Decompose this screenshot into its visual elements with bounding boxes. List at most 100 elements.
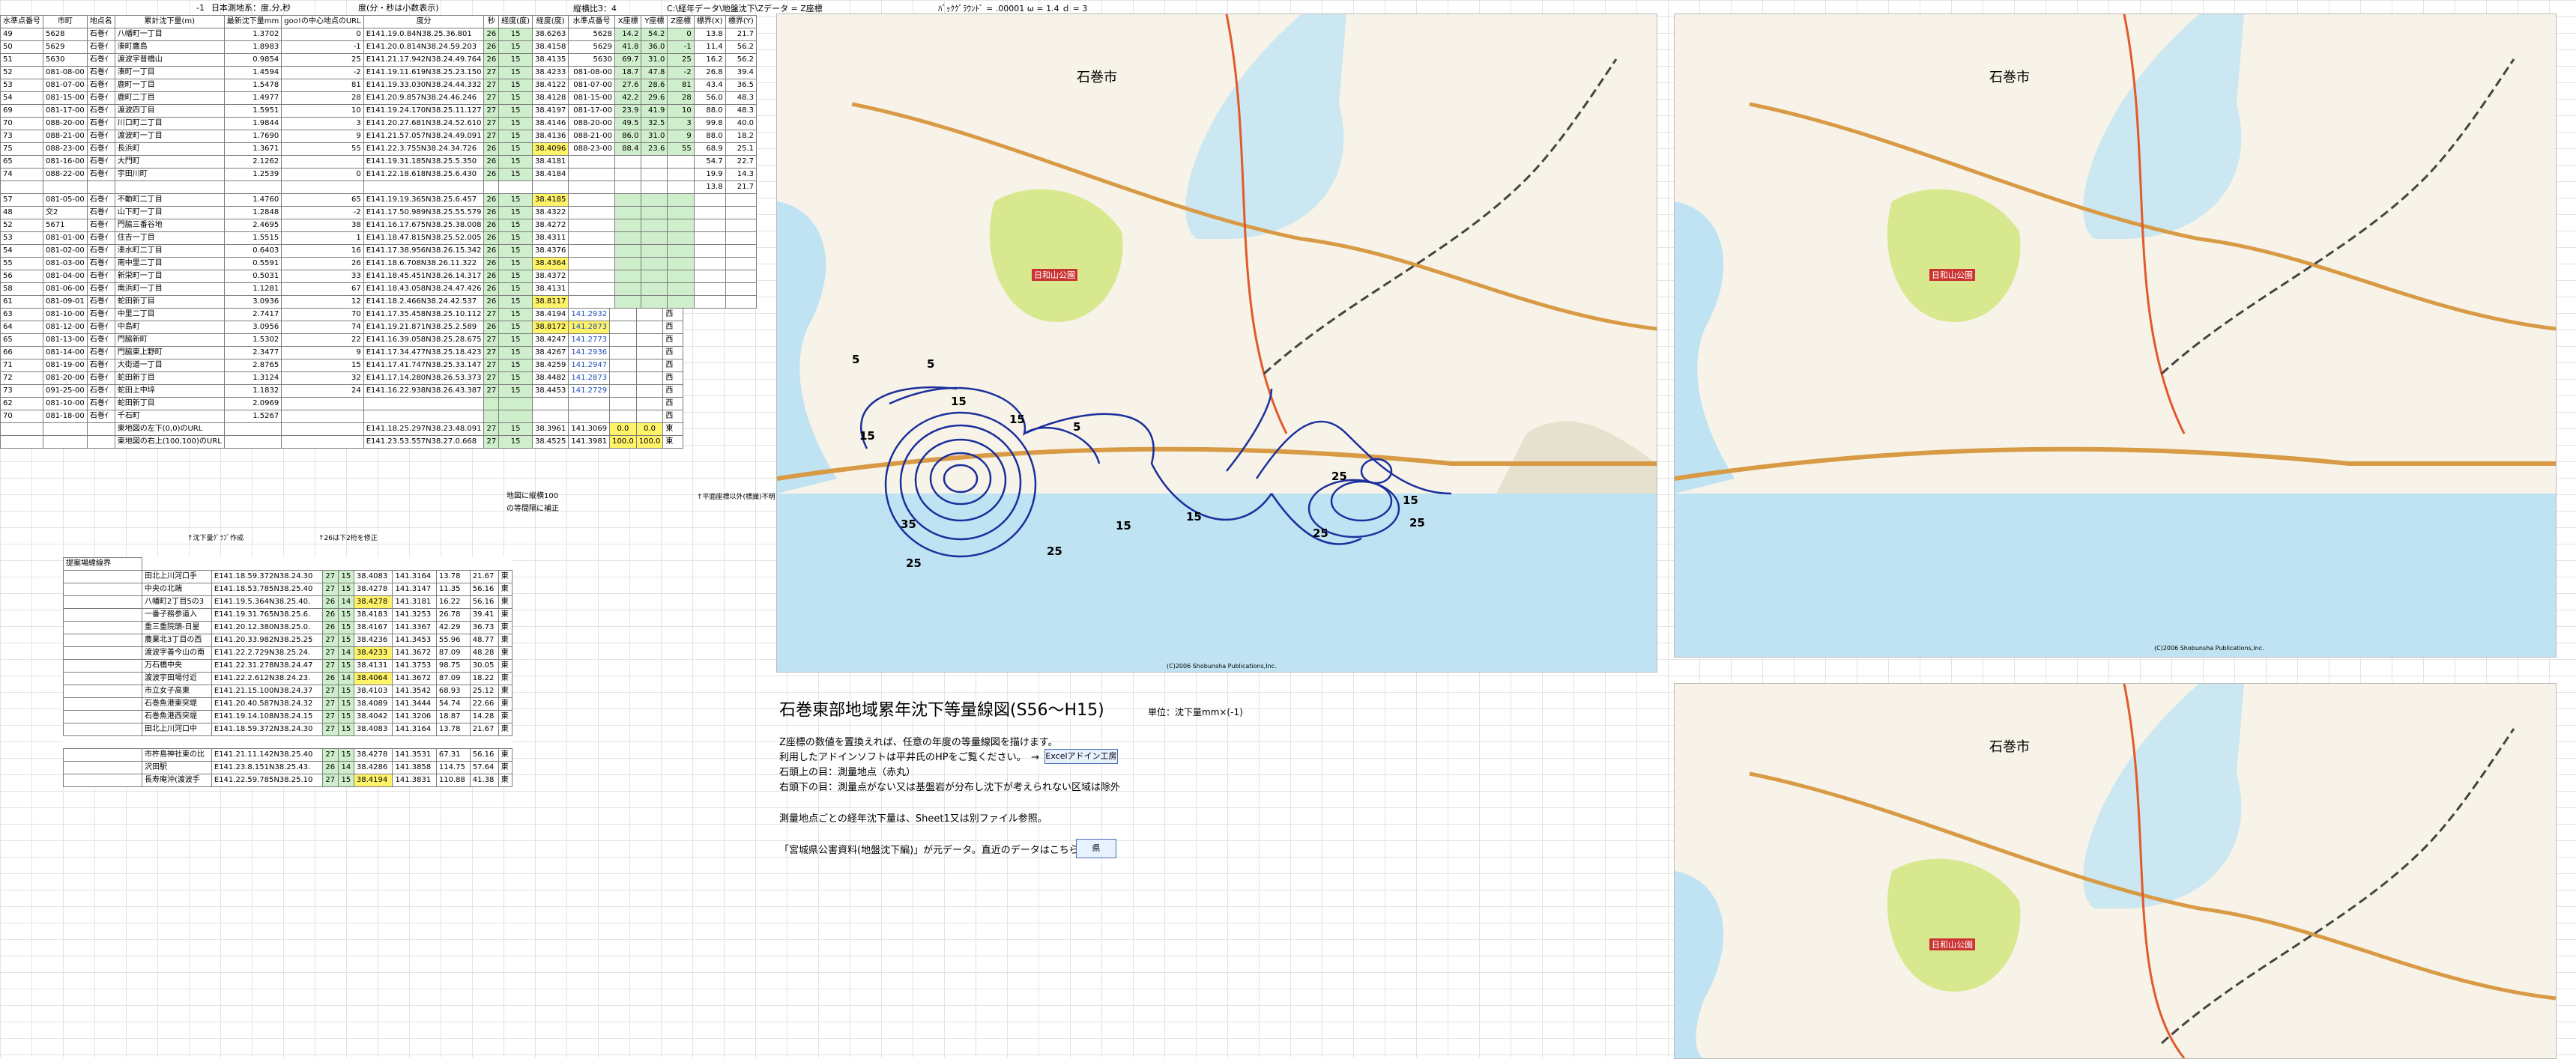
table-cell[interactable] [725,244,758,258]
table-cell[interactable]: 中央の北端 [142,583,212,596]
table-cell[interactable]: 38.4194 [353,774,393,787]
table-cell[interactable] [725,219,758,232]
table-cell[interactable]: 38.4122 [531,79,569,92]
table-cell[interactable]: 110.88 [435,774,471,787]
table-cell[interactable]: 27 [483,371,500,385]
table-cell[interactable]: 21.67 [469,723,499,736]
table-cell[interactable]: 鹿町一丁目 [114,79,225,92]
table-cell[interactable]: 50 [0,40,43,54]
table-cell[interactable]: 26 [483,257,500,270]
table-cell[interactable]: 石巻ｲ [86,346,115,359]
table-cell[interactable]: 大街道一丁目 [114,359,225,372]
table-cell[interactable]: 湊町鷹島 [114,40,225,54]
table-cell[interactable]: 26 [483,155,500,169]
table-cell[interactable]: 市杵島神社東の比 [142,748,212,762]
table-cell[interactable]: 石巻ｲ [86,66,115,79]
table-cell[interactable]: 15 [337,685,354,698]
table-cell[interactable]: 38.4272 [531,219,569,232]
table-cell[interactable]: 100.0 [609,435,637,449]
table-cell[interactable]: 27 [321,710,339,723]
table-cell[interactable]: 中島町 [114,321,225,334]
table-cell[interactable]: 石巻ｲ [86,193,115,207]
table-cell[interactable]: 13.78 [435,723,471,736]
table-cell[interactable]: 26 [483,321,500,334]
table-cell[interactable]: 1.3124 [223,371,282,385]
table-cell[interactable]: 西 [662,410,684,423]
table-cell[interactable]: 西 [662,333,684,347]
table-cell[interactable]: 石巻ｲ [86,359,115,372]
table-cell[interactable]: 23.6 [641,142,668,156]
table-cell[interactable]: E141.16.39.058N38.25.28.675 [363,333,485,347]
table-cell[interactable]: 38.4096 [531,142,569,156]
row-spacer[interactable] [63,685,142,698]
table-cell[interactable]: 26 [483,168,500,181]
table-cell[interactable] [667,244,695,258]
table-cell[interactable]: E141.16.17.675N38.25.38.008 [363,219,485,232]
table-cell[interactable]: 67 [281,282,364,296]
table-cell[interactable]: 49 [0,28,43,41]
table-cell[interactable]: 38.4278 [353,595,393,609]
table-cell[interactable]: 64 [0,321,43,334]
table-cell[interactable]: 38.4278 [353,583,393,596]
table-cell[interactable] [609,384,637,398]
table-cell[interactable]: 26.8 [693,66,726,79]
table-cell[interactable] [568,219,615,232]
table-cell[interactable]: 15 [337,774,354,787]
table-cell[interactable]: 10 [281,104,364,118]
table-cell[interactable]: 14 [337,646,354,660]
table-cell[interactable]: 15 [498,155,533,169]
table-cell[interactable]: 141.3181 [392,595,437,609]
table-cell[interactable]: 蛇田新丁目 [114,295,225,309]
table-cell[interactable]: 3.0956 [223,321,282,334]
table-cell[interactable] [614,244,642,258]
table-cell[interactable]: 門脇東上野町 [114,346,225,359]
table-cell[interactable]: 東 [498,583,513,596]
table-cell[interactable]: 27 [483,91,500,105]
table-cell[interactable] [667,231,695,245]
table-cell[interactable]: 石巻ｲ [86,104,115,118]
table-cell[interactable]: 石巻ｲ [86,168,115,181]
table-cell[interactable]: 36.5 [725,79,758,92]
table-cell[interactable] [614,168,642,181]
table-cell[interactable]: 14.3 [725,168,758,181]
table-cell[interactable]: E141.18.59.372N38.24.30 [211,570,323,583]
table-cell[interactable]: 田北上川河口中 [142,723,212,736]
table-cell[interactable]: 15 [498,359,533,372]
table-cell[interactable]: 088-22-00 [43,168,88,181]
table-cell[interactable]: 27 [321,748,339,762]
table-cell[interactable]: 東地図の右上(100,100)のURL [114,435,225,449]
table-cell[interactable]: 33 [281,270,364,283]
table-cell[interactable]: 27.6 [614,79,642,92]
table-cell[interactable]: 081-07-00 [568,79,615,92]
row-spacer[interactable] [63,621,142,634]
table-cell[interactable]: 70 [0,410,43,423]
table-cell[interactable]: 23.9 [614,104,642,118]
table-cell[interactable]: 39.4 [725,66,758,79]
table-cell[interactable]: 東 [498,723,513,736]
table-cell[interactable]: 八幡町一丁目 [114,28,225,41]
table-cell[interactable]: 25.12 [469,685,499,698]
table-cell[interactable]: 2.7417 [223,308,282,321]
table-cell[interactable]: 14.28 [469,710,499,723]
table-cell[interactable]: E141.17.14.280N38.26.53.373 [363,371,485,385]
table-cell[interactable]: 27 [321,646,339,660]
table-cell[interactable]: 15 [498,422,533,436]
table-cell[interactable]: 重三重院頭-日星 [142,621,212,634]
table-cell[interactable] [614,155,642,169]
row-spacer[interactable] [63,697,142,711]
table-cell[interactable]: 26 [483,231,500,245]
table-cell[interactable]: 141.3069 [568,422,611,436]
row-spacer[interactable] [63,710,142,723]
table-cell[interactable] [614,206,642,219]
table-cell[interactable]: 東 [498,659,513,673]
table-cell[interactable]: 27 [321,583,339,596]
row-spacer[interactable] [63,583,142,596]
table-cell[interactable]: E141.19.14.108N38.24.15 [211,710,323,723]
table-cell[interactable]: 57 [0,193,43,207]
table-cell[interactable]: 38.4286 [353,761,393,774]
table-cell[interactable]: 54.2 [641,28,668,41]
table-cell[interactable]: 2.8765 [223,359,282,372]
table-cell[interactable]: 15 [337,570,354,583]
table-cell[interactable]: 15 [337,659,354,673]
table-cell[interactable]: 東 [498,672,513,685]
